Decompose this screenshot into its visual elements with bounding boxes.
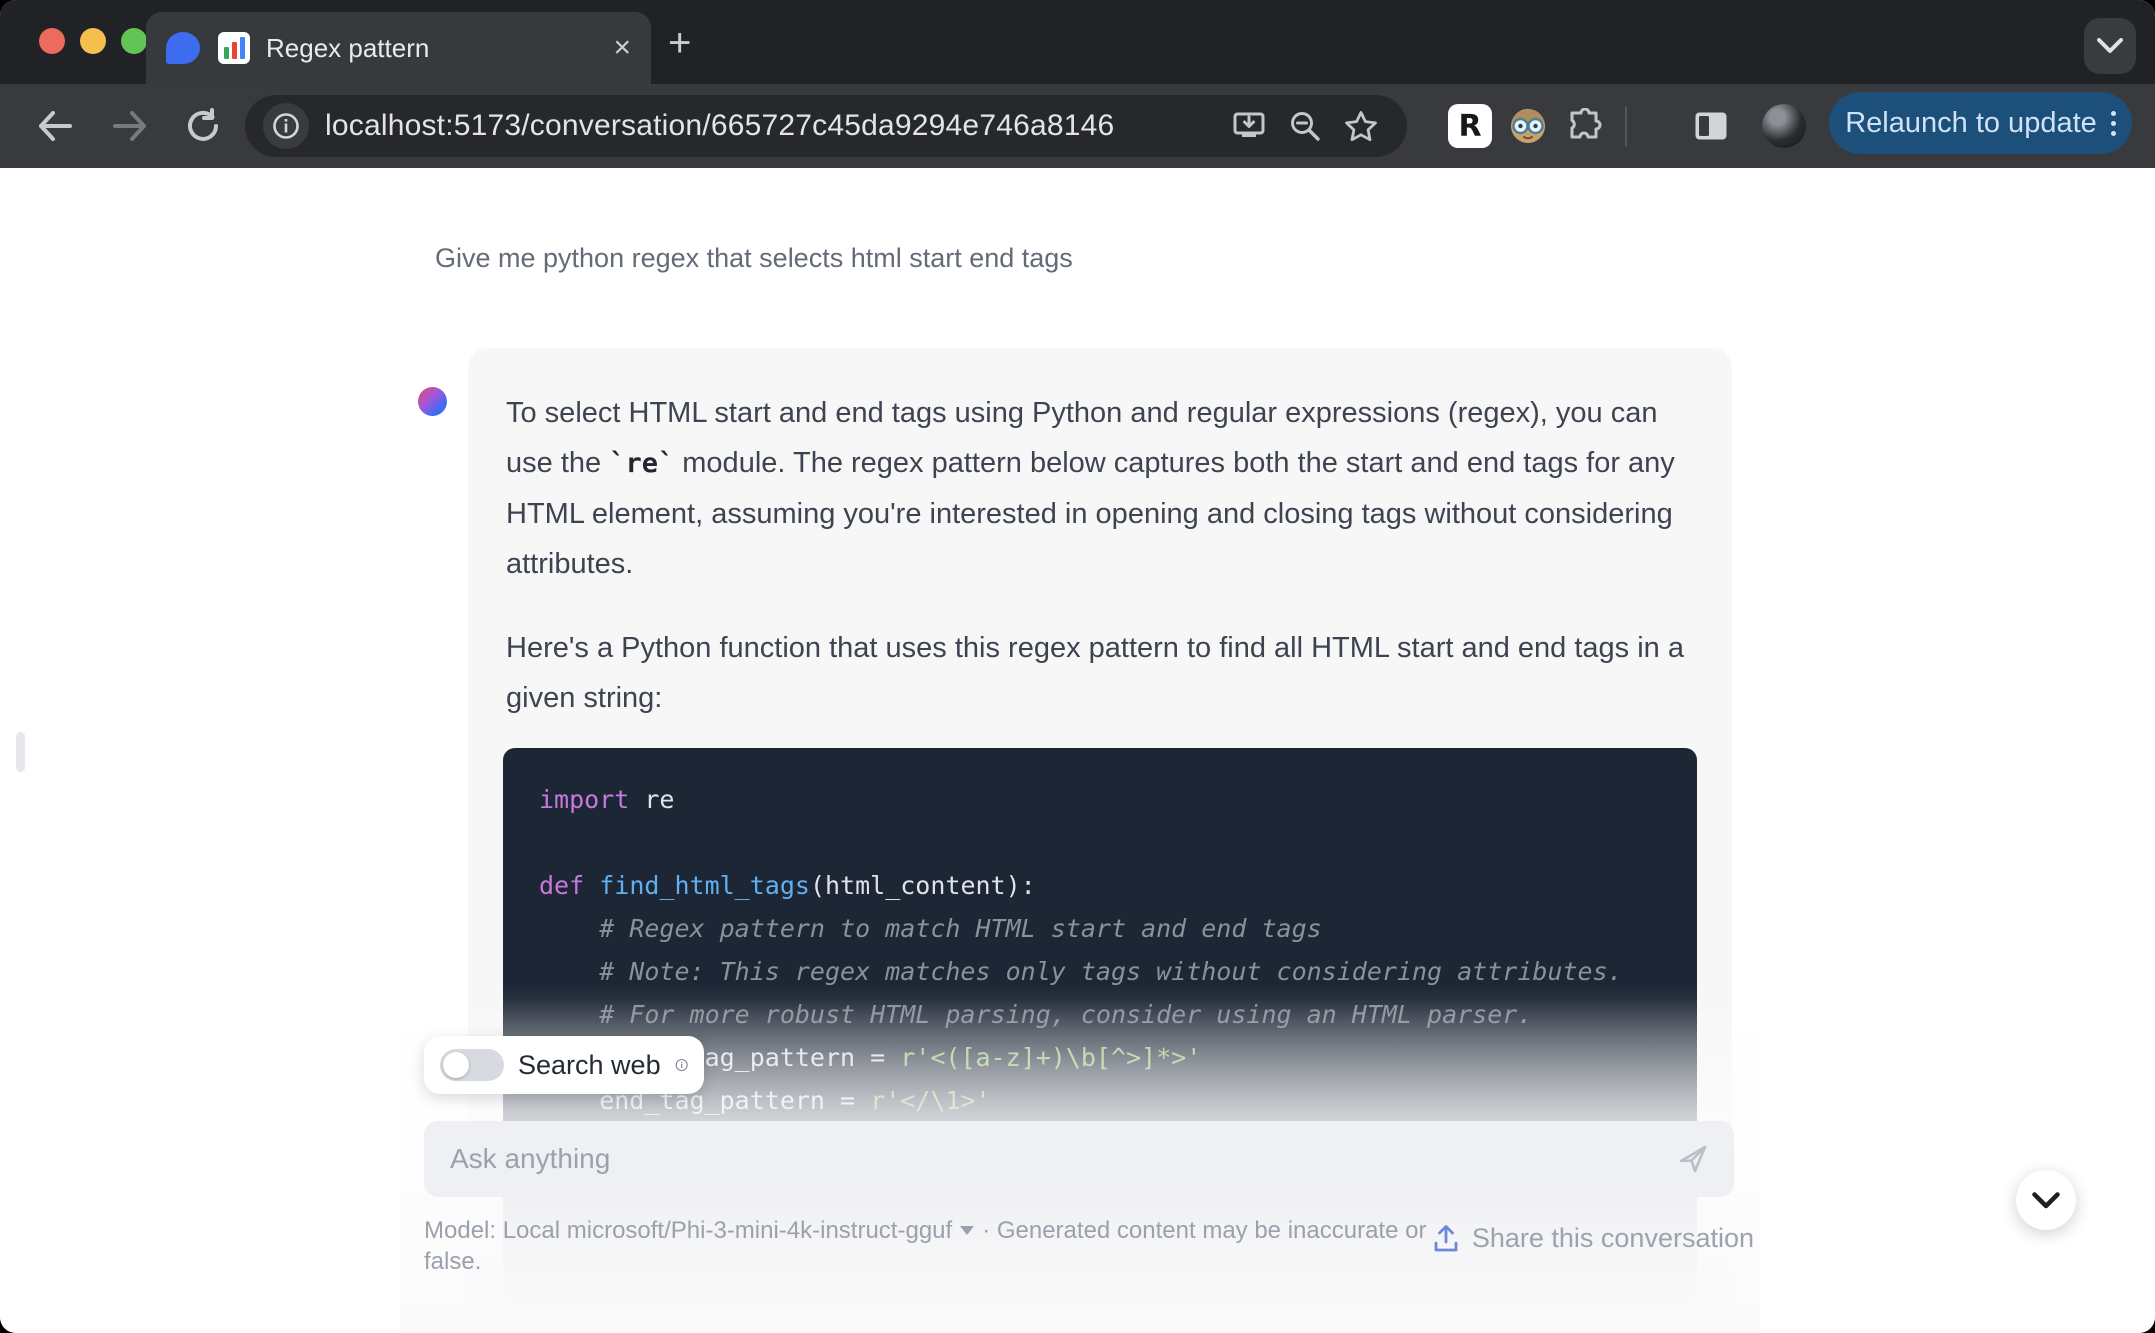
- requestly-icon: R: [1448, 104, 1492, 148]
- relaunch-to-update-button[interactable]: Relaunch to update: [1829, 92, 2132, 154]
- user-message: Give me python regex that selects html s…: [435, 243, 1073, 273]
- toolbar-divider: [1625, 106, 1627, 146]
- page-content: Give me python regex that selects html s…: [0, 168, 2155, 1333]
- info-icon[interactable]: [675, 1051, 688, 1079]
- assistant-avatar: [418, 387, 447, 416]
- reload-icon: [188, 108, 218, 141]
- search-web-toggle[interactable]: [440, 1049, 504, 1081]
- sidebar-icon: [1695, 112, 1727, 140]
- monkey-face-icon: [1511, 109, 1545, 143]
- chat-input[interactable]: Ask anything: [424, 1121, 1734, 1197]
- zoom-out-icon: [1291, 112, 1320, 141]
- relaunch-label: Relaunch to update: [1845, 106, 2097, 139]
- requestly-extension-button[interactable]: R: [1441, 101, 1499, 151]
- forward-arrow-icon: [113, 111, 146, 141]
- chat-bubble-icon: [166, 32, 200, 64]
- inline-code-re: `re`: [609, 448, 675, 479]
- sidebar-drag-handle[interactable]: [16, 732, 25, 772]
- bar-chart-favicon: [218, 32, 250, 64]
- search-web-control: Search web: [424, 1036, 704, 1094]
- assistant-paragraph-1: To select HTML start and end tags using …: [506, 397, 1675, 580]
- scroll-to-bottom-button[interactable]: [2016, 1170, 2076, 1230]
- profile-avatar[interactable]: [1762, 104, 1806, 148]
- search-web-label: Search web: [518, 1049, 661, 1080]
- zoom-level-button[interactable]: [1277, 101, 1333, 151]
- site-info-button[interactable]: [263, 103, 309, 149]
- active-tab[interactable]: Regex pattern ×: [146, 12, 651, 84]
- chat-input-placeholder: Ask anything: [450, 1143, 611, 1174]
- back-button[interactable]: [30, 101, 80, 151]
- puzzle-piece-icon: [1570, 108, 1602, 139]
- toggle-knob: [443, 1052, 469, 1078]
- share-conversation-button[interactable]: Share this conversation: [1432, 1223, 1754, 1254]
- bookmark-button[interactable]: [1333, 101, 1389, 151]
- share-label: Share this conversation: [1471, 1223, 1754, 1253]
- caret-down-icon: [960, 1226, 975, 1236]
- tab-strip: Regex pattern × +: [0, 0, 2155, 84]
- minimize-window-button[interactable]: [80, 28, 106, 54]
- tab-search-button[interactable]: [2084, 18, 2136, 74]
- tab-close-icon[interactable]: ×: [613, 33, 631, 63]
- kebab-menu-icon[interactable]: [2110, 110, 2116, 136]
- monkey-extension-button[interactable]: [1499, 101, 1557, 151]
- install-icon: [1233, 112, 1265, 137]
- forward-button[interactable]: [105, 101, 155, 151]
- fullscreen-window-button[interactable]: [121, 28, 147, 54]
- new-tab-button[interactable]: +: [668, 23, 691, 63]
- model-selector[interactable]: Model: Local microsoft/Phi-3-mini-4k-ins…: [424, 1215, 1432, 1277]
- reload-button[interactable]: [178, 101, 228, 151]
- back-arrow-icon: [39, 111, 72, 141]
- url-text[interactable]: localhost:5173/conversation/665727c45da9…: [325, 109, 1221, 143]
- address-bar[interactable]: localhost:5173/conversation/665727c45da9…: [245, 95, 1407, 157]
- chevron-down-icon: [2032, 1191, 2060, 1208]
- star-icon: [1345, 111, 1377, 142]
- close-window-button[interactable]: [39, 28, 65, 54]
- share-upload-icon: [1434, 1224, 1458, 1251]
- info-icon: [273, 113, 299, 139]
- install-app-button[interactable]: [1221, 101, 1277, 151]
- conversation-footer: Model: Local microsoft/Phi-3-mini-4k-ins…: [424, 1215, 1754, 1277]
- assistant-paragraph-2: Here's a Python function that uses this …: [506, 632, 1684, 714]
- chevron-down-icon: [2097, 38, 2123, 53]
- tab-title: Regex pattern: [266, 32, 430, 63]
- browser-window: Regex pattern × + localhost:5173/convers…: [0, 0, 2155, 1333]
- sidebar-toggle-button[interactable]: [1686, 101, 1736, 151]
- send-icon[interactable]: [1678, 1144, 1708, 1174]
- extensions-menu-button[interactable]: [1557, 101, 1615, 151]
